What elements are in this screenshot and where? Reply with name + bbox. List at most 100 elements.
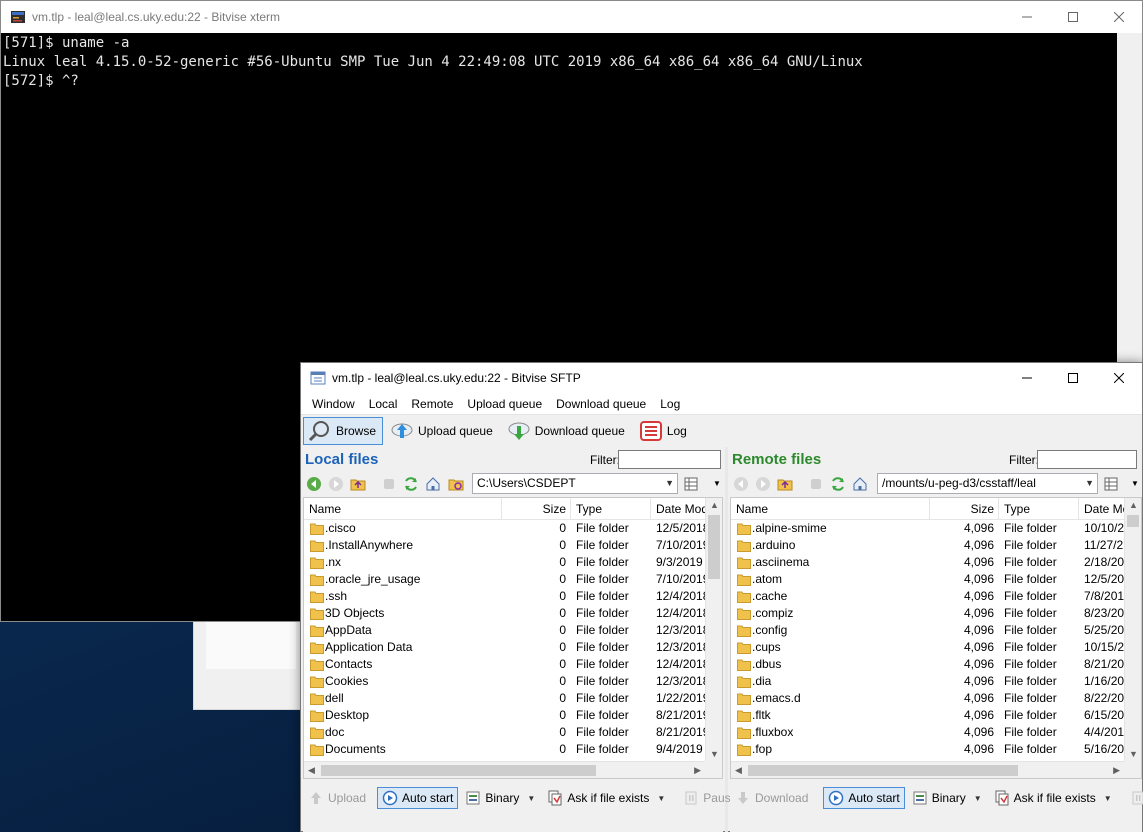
- remote-file-row[interactable]: .fltk 4,096 File folder 6/15/20: [731, 707, 1124, 724]
- back-arrow-icon[interactable]: [306, 476, 322, 492]
- local-ask-if-exists-dropdown[interactable]: Ask if file exists ▼: [542, 787, 670, 809]
- remote-horizontal-scrollbar[interactable]: ◀ ▶: [731, 761, 1124, 778]
- local-file-row[interactable]: doc 0 File folder 8/21/2019: [304, 724, 705, 741]
- local-file-row[interactable]: Contacts 0 File folder 12/4/2018: [304, 656, 705, 673]
- sftp-titlebar[interactable]: vm.tlp - leal@leal.cs.uky.edu:22 - Bitvi…: [301, 363, 1142, 393]
- local-file-row[interactable]: .oracle_jre_usage 0 File folder 7/10/2019: [304, 571, 705, 588]
- remote-file-row[interactable]: .fop 4,096 File folder 5/16/20: [731, 741, 1124, 758]
- remote-file-row[interactable]: .cups 4,096 File folder 10/15/2: [731, 639, 1124, 656]
- stop-icon[interactable]: [381, 476, 397, 492]
- local-file-row[interactable]: .nx 0 File folder 9/3/2019: [304, 554, 705, 571]
- remote-file-row[interactable]: .dia 4,096 File folder 1/16/20: [731, 673, 1124, 690]
- refresh-icon[interactable]: [830, 476, 846, 492]
- local-filter-input[interactable]: [618, 450, 721, 469]
- local-file-row[interactable]: Desktop 0 File folder 8/21/2019: [304, 707, 705, 724]
- scroll-left-icon[interactable]: ◀: [735, 765, 742, 776]
- local-vscroll-thumb[interactable]: [708, 515, 720, 579]
- download-queue-button[interactable]: Download queue: [502, 417, 632, 445]
- sftp-maximize-button[interactable]: [1050, 363, 1096, 393]
- sftp-close-button[interactable]: [1096, 363, 1142, 393]
- local-file-row[interactable]: Application Data 0 File folder 12/3/2018: [304, 639, 705, 656]
- remote-file-row[interactable]: .asciinema 4,096 File folder 2/18/20: [731, 554, 1124, 571]
- menu-remote[interactable]: Remote: [404, 393, 460, 415]
- remote-file-row[interactable]: .config 4,096 File folder 5/25/20: [731, 622, 1124, 639]
- menu-log[interactable]: Log: [653, 393, 687, 415]
- forward-arrow-icon[interactable]: [328, 476, 344, 492]
- download-button[interactable]: Download: [730, 787, 813, 809]
- local-binary-dropdown[interactable]: Binary ▼: [460, 787, 540, 809]
- menu-local[interactable]: Local: [362, 393, 405, 415]
- xterm-minimize-button[interactable]: [1004, 1, 1050, 33]
- remote-file-row[interactable]: .dbus 4,096 File folder 8/21/20: [731, 656, 1124, 673]
- local-auto-start-toggle[interactable]: Auto start: [377, 787, 459, 809]
- parent-folder-icon[interactable]: [350, 476, 366, 492]
- local-vertical-scrollbar[interactable]: ▲ ▼: [705, 498, 722, 761]
- scroll-up-icon[interactable]: ▲: [710, 500, 719, 510]
- home-icon[interactable]: [425, 476, 441, 492]
- remote-col-size[interactable]: Size: [930, 498, 999, 520]
- local-col-type[interactable]: Type: [571, 498, 651, 520]
- remote-file-row[interactable]: .fluxbox 4,096 File folder 4/4/201: [731, 724, 1124, 741]
- terminal-scrollbar-thumb[interactable]: [1118, 35, 1141, 365]
- browse-button[interactable]: Browse: [303, 417, 384, 445]
- local-file-row[interactable]: Cookies 0 File folder 12/3/2018: [304, 673, 705, 690]
- local-view-mode-button[interactable]: ▼: [683, 473, 723, 494]
- scroll-left-icon[interactable]: ◀: [308, 765, 315, 776]
- local-file-row[interactable]: 3D Objects 0 File folder 12/4/2018: [304, 605, 705, 622]
- remote-file-row[interactable]: .arduino 4,096 File folder 11/27/2: [731, 537, 1124, 554]
- remote-view-mode-button[interactable]: ▼: [1103, 473, 1143, 494]
- local-file-row[interactable]: AppData 0 File folder 12/3/2018: [304, 622, 705, 639]
- sftp-window[interactable]: vm.tlp - leal@leal.cs.uky.edu:22 - Bitvi…: [300, 362, 1143, 832]
- remote-file-row[interactable]: .alpine-smime 4,096 File folder 10/10/2: [731, 520, 1124, 537]
- remote-file-row[interactable]: .emacs.d 4,096 File folder 8/22/20: [731, 690, 1124, 707]
- refresh-icon[interactable]: [403, 476, 419, 492]
- upload-queue-button[interactable]: Upload queue: [385, 417, 500, 445]
- chevron-down-icon[interactable]: ▼: [665, 474, 674, 493]
- stop-icon[interactable]: [808, 476, 824, 492]
- remote-vertical-scrollbar[interactable]: ▲ ▼: [1124, 498, 1141, 761]
- remote-pause-button[interactable]: Pa: [1125, 787, 1143, 809]
- local-file-row[interactable]: Documents 0 File folder 9/4/2019: [304, 741, 705, 758]
- xterm-maximize-button[interactable]: [1050, 1, 1096, 33]
- local-horizontal-scrollbar[interactable]: ◀ ▶: [304, 761, 705, 778]
- scroll-right-icon[interactable]: ▶: [694, 765, 701, 776]
- scroll-right-icon[interactable]: ▶: [1113, 765, 1120, 776]
- parent-folder-icon[interactable]: [777, 476, 793, 492]
- remote-col-type[interactable]: Type: [999, 498, 1079, 520]
- scroll-up-icon[interactable]: ▲: [1129, 500, 1138, 510]
- scroll-down-icon[interactable]: ▼: [710, 749, 719, 759]
- log-button[interactable]: Log: [634, 417, 694, 445]
- menu-upload-queue[interactable]: Upload queue: [460, 393, 549, 415]
- xterm-close-button[interactable]: [1096, 1, 1142, 33]
- new-folder-icon[interactable]: [448, 476, 464, 492]
- chevron-down-icon[interactable]: ▼: [1085, 474, 1094, 493]
- menu-download-queue[interactable]: Download queue: [549, 393, 653, 415]
- local-path-combo[interactable]: C:\Users\CSDEPT ▼: [472, 473, 678, 494]
- remote-path-combo[interactable]: /mounts/u-peg-d3/csstaff/leal ▼: [877, 473, 1098, 494]
- local-file-row[interactable]: .ssh 0 File folder 12/4/2018: [304, 588, 705, 605]
- scroll-down-icon[interactable]: ▼: [1129, 749, 1138, 759]
- remote-binary-dropdown[interactable]: Binary ▼: [907, 787, 987, 809]
- local-file-list[interactable]: Name ⌃ Size Type Date Mod .cisco 0 File fo…: [303, 497, 723, 779]
- remote-vscroll-thumb[interactable]: [1127, 515, 1139, 527]
- forward-arrow-icon[interactable]: [755, 476, 771, 492]
- remote-file-list[interactable]: Name ⌃ Size Type Date Mo .alpine-smime 4,…: [730, 497, 1142, 779]
- upload-button[interactable]: Upload: [303, 787, 371, 809]
- home-icon[interactable]: [852, 476, 868, 492]
- pane-splitter[interactable]: [725, 447, 728, 832]
- local-file-row[interactable]: dell 0 File folder 1/22/2019: [304, 690, 705, 707]
- back-arrow-icon[interactable]: [733, 476, 749, 492]
- menu-window[interactable]: Window: [305, 393, 362, 415]
- remote-filter-input[interactable]: [1037, 450, 1137, 469]
- remote-auto-start-toggle[interactable]: Auto start: [823, 787, 905, 809]
- remote-ask-if-exists-dropdown[interactable]: Ask if file exists ▼: [989, 787, 1117, 809]
- remote-file-row[interactable]: .compiz 4,096 File folder 8/23/20: [731, 605, 1124, 622]
- local-hscroll-thumb[interactable]: [321, 765, 596, 776]
- local-col-size[interactable]: Size: [502, 498, 571, 520]
- xterm-titlebar[interactable]: vm.tlp - leal@leal.cs.uky.edu:22 - Bitvi…: [1, 1, 1142, 33]
- sftp-minimize-button[interactable]: [1004, 363, 1050, 393]
- local-file-row[interactable]: .cisco 0 File folder 12/5/2018: [304, 520, 705, 537]
- remote-hscroll-thumb[interactable]: [748, 765, 1018, 776]
- remote-file-row[interactable]: .atom 4,096 File folder 12/5/20: [731, 571, 1124, 588]
- remote-file-row[interactable]: .cache 4,096 File folder 7/8/201: [731, 588, 1124, 605]
